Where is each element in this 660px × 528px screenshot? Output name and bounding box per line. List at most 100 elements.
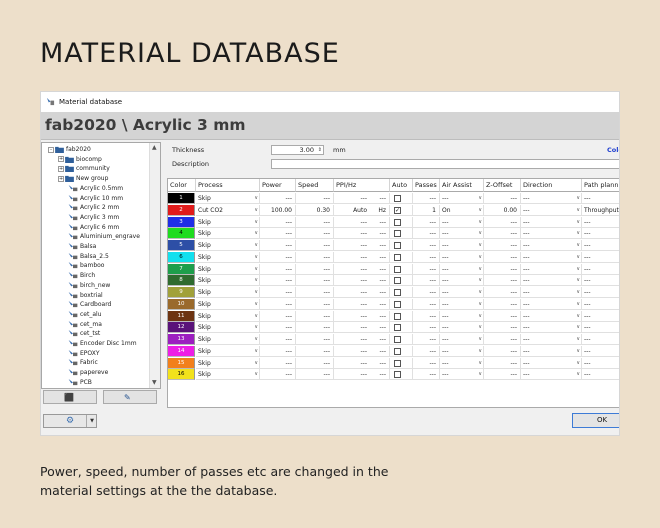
passes-cell[interactable]: --- (413, 310, 440, 322)
direction-select[interactable]: --- ∨ (521, 287, 582, 298)
auto-checkbox[interactable] (394, 336, 401, 343)
chevron-down-icon[interactable]: ∨ (254, 346, 258, 356)
ppi-cell[interactable]: --- --- (334, 310, 390, 322)
process-select[interactable]: Skip ∨ (196, 275, 260, 287)
column-header[interactable]: Auto (390, 179, 413, 192)
auto-checkbox[interactable] (394, 265, 401, 273)
path-planning-select[interactable]: --- (582, 311, 619, 322)
color-swatch[interactable]: 10 (168, 298, 195, 310)
color-swatch[interactable]: 11 (168, 310, 195, 322)
direction-select[interactable]: --- ∨ (521, 298, 582, 310)
chevron-down-icon[interactable]: ∨ (576, 369, 580, 379)
passes-cell[interactable]: --- (413, 345, 440, 357)
chevron-down-icon[interactable]: ∨ (478, 334, 482, 344)
air-assist-select[interactable]: --- ∨ (440, 228, 484, 240)
air-assist-select[interactable]: --- ∨ (440, 310, 484, 322)
path-planning-select[interactable]: --- (582, 334, 619, 345)
chevron-down-icon[interactable]: ∨ (254, 193, 258, 203)
air-assist-select[interactable]: On ∨ (440, 204, 484, 216)
tree-folder[interactable]: + New group (58, 174, 108, 183)
material-tree[interactable]: ▲ ▼ - fab2020 + biocomp + community + New group… (41, 142, 161, 389)
chevron-down-icon[interactable]: ∨ (478, 369, 482, 379)
auto-checkbox[interactable] (394, 277, 401, 285)
passes-cell[interactable]: 1 (413, 204, 440, 216)
ppi-cell[interactable]: --- --- (334, 216, 390, 228)
air-assist-select[interactable]: --- ∨ (440, 287, 484, 298)
power-cell[interactable]: --- (260, 251, 296, 263)
chevron-down-icon[interactable]: ∨ (254, 205, 258, 215)
chevron-down-icon[interactable]: ∨ (254, 322, 258, 332)
tree-folder[interactable]: + biocomp (58, 155, 102, 164)
chevron-down-icon[interactable]: ∨ (254, 287, 258, 297)
tree-item-material[interactable]: papereve (68, 368, 108, 377)
passes-cell[interactable]: --- (413, 263, 440, 275)
path-planning-select[interactable]: --- (582, 217, 619, 228)
passes-cell[interactable]: --- (413, 369, 440, 381)
auto-checkbox[interactable] (394, 359, 401, 367)
path-planning-select[interactable]: --- (582, 240, 619, 251)
chevron-down-icon[interactable]: ∨ (576, 346, 580, 356)
path-planning-select[interactable]: --- (582, 369, 619, 381)
tree-item-material[interactable]: Cardboard (68, 300, 111, 309)
column-header[interactable]: Z-Offset (484, 179, 521, 192)
tree-item-material[interactable]: Birch (68, 271, 95, 280)
auto-checkbox[interactable] (394, 312, 401, 320)
chevron-down-icon[interactable]: ∨ (478, 217, 482, 227)
speed-cell[interactable]: --- (296, 275, 334, 287)
ppi-cell[interactable]: --- --- (334, 298, 390, 310)
color-swatch[interactable]: 5 (168, 240, 195, 251)
chevron-down-icon[interactable]: ∨ (254, 369, 258, 379)
direction-select[interactable]: --- ∨ (521, 334, 582, 345)
chevron-down-icon[interactable]: ∨ (478, 275, 482, 285)
color-swatch[interactable]: 6 (168, 251, 195, 263)
air-assist-select[interactable]: --- ∨ (440, 263, 484, 275)
speed-cell[interactable]: --- (296, 310, 334, 322)
chevron-down-icon[interactable]: ∨ (576, 264, 580, 274)
chevron-down-icon[interactable]: ∨ (254, 228, 258, 238)
speed-cell[interactable]: --- (296, 251, 334, 263)
speed-cell[interactable]: --- (296, 345, 334, 357)
z-offset-cell[interactable]: --- (484, 240, 521, 251)
air-assist-select[interactable]: --- ∨ (440, 216, 484, 228)
color-swatch[interactable]: 14 (168, 345, 195, 357)
power-cell[interactable]: --- (260, 228, 296, 240)
speed-cell[interactable]: --- (296, 357, 334, 369)
tree-item-material[interactable]: bamboo (68, 261, 104, 270)
chevron-down-icon[interactable]: ∨ (254, 217, 258, 227)
air-assist-select[interactable]: --- ∨ (440, 322, 484, 334)
tree-item-material[interactable]: Acrylic 3 mm (68, 213, 119, 222)
power-cell[interactable]: --- (260, 298, 296, 310)
tree-item-material[interactable]: EPOXY (68, 349, 100, 358)
path-planning-select[interactable]: --- (582, 299, 619, 310)
color-swatch[interactable]: 3 (168, 216, 195, 228)
power-cell[interactable]: --- (260, 287, 296, 298)
speed-cell[interactable]: --- (296, 263, 334, 275)
power-cell[interactable]: --- (260, 216, 296, 228)
ppi-cell[interactable]: --- --- (334, 193, 390, 204)
process-select[interactable]: Skip ∨ (196, 251, 260, 263)
chevron-down-icon[interactable]: ∨ (254, 252, 258, 262)
process-select[interactable]: Skip ∨ (196, 369, 260, 381)
direction-select[interactable]: --- ∨ (521, 322, 582, 334)
chevron-down-icon[interactable]: ∨ (576, 193, 580, 203)
air-assist-select[interactable]: --- ∨ (440, 251, 484, 263)
air-assist-select[interactable]: --- ∨ (440, 334, 484, 345)
auto-checkbox[interactable] (394, 218, 401, 226)
passes-cell[interactable]: --- (413, 322, 440, 334)
color-swatch[interactable]: 1 (168, 193, 195, 204)
auto-checkbox[interactable] (394, 324, 401, 332)
power-cell[interactable]: 100.00 (260, 204, 296, 216)
auto-checkbox[interactable] (394, 195, 401, 202)
auto-checkbox[interactable] (394, 242, 401, 249)
chevron-down-icon[interactable]: ∨ (478, 358, 482, 368)
power-cell[interactable]: --- (260, 310, 296, 322)
direction-select[interactable]: --- ∨ (521, 369, 582, 381)
passes-cell[interactable]: --- (413, 334, 440, 345)
scroll-down-icon[interactable]: ▼ (152, 379, 157, 386)
path-planning-select[interactable]: --- (582, 358, 619, 369)
color-swatch[interactable]: 2 (168, 204, 195, 216)
column-header[interactable]: Process (196, 179, 260, 192)
path-planning-select[interactable]: Throughput (582, 205, 619, 216)
tree-folder[interactable]: - fab2020 (48, 145, 91, 154)
scroll-up-icon[interactable]: ▲ (152, 144, 157, 151)
